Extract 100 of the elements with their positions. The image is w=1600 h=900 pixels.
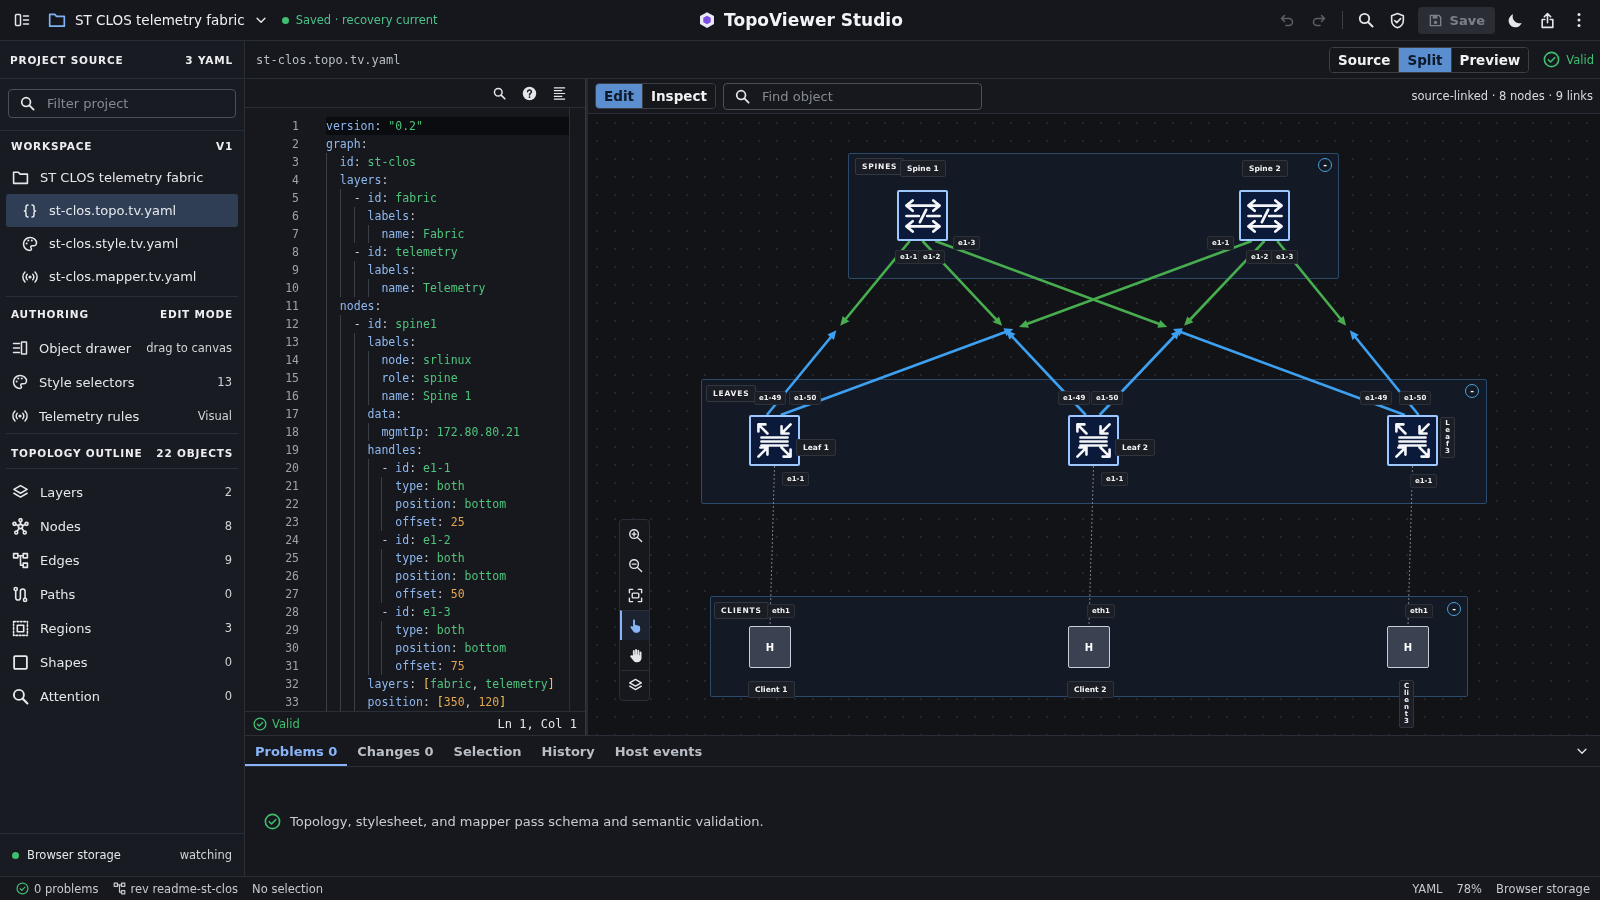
project-item[interactable]: ST CLOS telemetry fabric [0,161,244,194]
code-line: type: both [326,549,569,567]
file-name: st-clos.topo.tv.yaml [256,52,401,67]
item-value: Visual [197,409,232,423]
select-tool-button[interactable] [620,610,649,640]
zoom-in-icon [628,527,643,543]
folder-icon [48,11,66,29]
sidebar-icon [14,12,30,28]
section-title: TOPOLOGY OUTLINE [11,446,143,459]
outline-item[interactable]: Attention 0 [0,679,244,713]
outline-item[interactable]: Layers 2 [0,475,244,509]
validity-status: Valid [1566,52,1594,67]
undo-icon [1278,12,1295,28]
code-line: node: srlinux [326,351,569,369]
code-line: - id: e1-2 [326,531,569,549]
code-line: type: both [326,621,569,639]
project-switcher[interactable]: ST CLOS telemetry fabric [44,6,272,34]
storage-label: Browser storage [27,848,121,862]
file-item[interactable]: st-clos.style.tv.yaml [0,227,244,260]
outline-item[interactable]: Regions 3 [0,611,244,645]
line-number: 2 [291,136,299,153]
swap-arrows-icon [1246,198,1283,233]
view-mode-tab[interactable]: Preview [1450,47,1529,72]
authoring-item[interactable]: Telemetry rules Visual [0,399,244,433]
item-count: 0 [224,655,232,669]
check-circle-icon [16,882,29,895]
section-count: V1 [215,140,233,152]
folder-icon [12,169,29,186]
panel-tab[interactable]: Problems 0 [245,736,348,766]
line-number: 14 [284,352,299,369]
outline-item[interactable]: Nodes 8 [0,509,244,543]
graph-summary: source-linked · 8 nodes · 9 links [1411,89,1593,103]
authoring-item[interactable]: Style selectors 13 [0,365,244,399]
canvas-mode-tab[interactable]: Edit [596,84,642,108]
code-line: - id: telemetry [326,243,569,261]
app-title: TopoViewer Studio [724,10,903,30]
item-count: 0 [224,587,232,601]
code-line: - id: e1-1 [326,459,569,477]
line-number: 5 [291,190,299,207]
view-mode-tab[interactable]: Split [1398,47,1451,72]
line-number: 21 [284,478,299,495]
validation-message: Topology, stylesheet, and mapper pass schema and semantic validation. [290,814,764,829]
outline-item[interactable]: Paths 0 [0,577,244,611]
outline-item[interactable]: Shapes 0 [0,645,244,679]
section-title: AUTHORING [11,308,89,320]
item-value: 13 [217,375,232,389]
code-line: offset: 50 [326,585,569,603]
code-line: mgmtIp: 172.80.80.21 [326,423,569,441]
validation-status: Valid [272,716,300,731]
line-number: 6 [291,208,299,225]
line-number: 3 [291,154,299,171]
problem-count: 0 problems [34,881,99,896]
filter-field[interactable]: Filter project [8,89,236,118]
section-title: WORKSPACE [11,140,93,152]
line-number: 28 [284,604,299,621]
search-icon [734,88,750,104]
line-number: 23 [284,514,299,531]
code-line: graph: [326,136,369,153]
section-count: 22 OBJECTS [156,446,233,459]
section-title: PROJECT SOURCE [10,53,124,66]
redo-icon [1310,12,1327,28]
panel-tab[interactable]: Selection [443,736,532,766]
palette-icon [22,235,38,252]
code-line: labels: [326,333,569,351]
line-number: 31 [284,658,299,675]
code-line: offset: 75 [326,657,569,675]
panel-tab[interactable]: Host events [604,736,713,766]
storage-state: watching [179,848,232,862]
broadcast-icon [12,408,28,424]
file-item[interactable]: st-clos.mapper.tv.yaml [0,260,244,293]
search-icon [1357,12,1374,28]
shield-check-icon [1389,11,1407,29]
code-line: type: both [326,477,569,495]
line-number: 13 [284,334,299,351]
cube-logo-icon [698,11,717,29]
zoom-out-icon [628,557,643,573]
code-line: position: [350, 120] [326,693,569,711]
line-number: 4 [291,172,299,189]
save-status: Saved · recovery current [295,13,438,27]
line-number: 22 [284,496,299,513]
line-number: 20 [284,460,299,477]
file-item[interactable]: st-clos.topo.tv.yaml [6,194,238,227]
item-count: 0 [224,689,232,703]
fit-frame-icon [628,587,643,603]
line-number: 11 [284,298,299,315]
panel-tab[interactable]: History [531,736,605,766]
outline-item[interactable]: Edges 9 [0,543,244,577]
item-count: 8 [224,519,232,533]
diagonal-arrows-icon [757,423,792,458]
line-number: 17 [284,406,299,423]
check-circle-icon [253,716,267,731]
code-line: name: Spine 1 [326,387,569,405]
code-line: layers: [fabric, telemetry] [326,675,569,693]
find-object-field[interactable]: Find object [722,82,982,110]
item-count: 2 [224,485,232,499]
host-node: H [749,626,791,668]
panel-tab[interactable]: Changes 0 [347,736,444,766]
canvas-mode-tab[interactable]: Inspect [641,84,715,108]
code-line: nodes: [326,297,569,315]
authoring-item[interactable]: Object drawer drag to canvas [0,331,244,365]
